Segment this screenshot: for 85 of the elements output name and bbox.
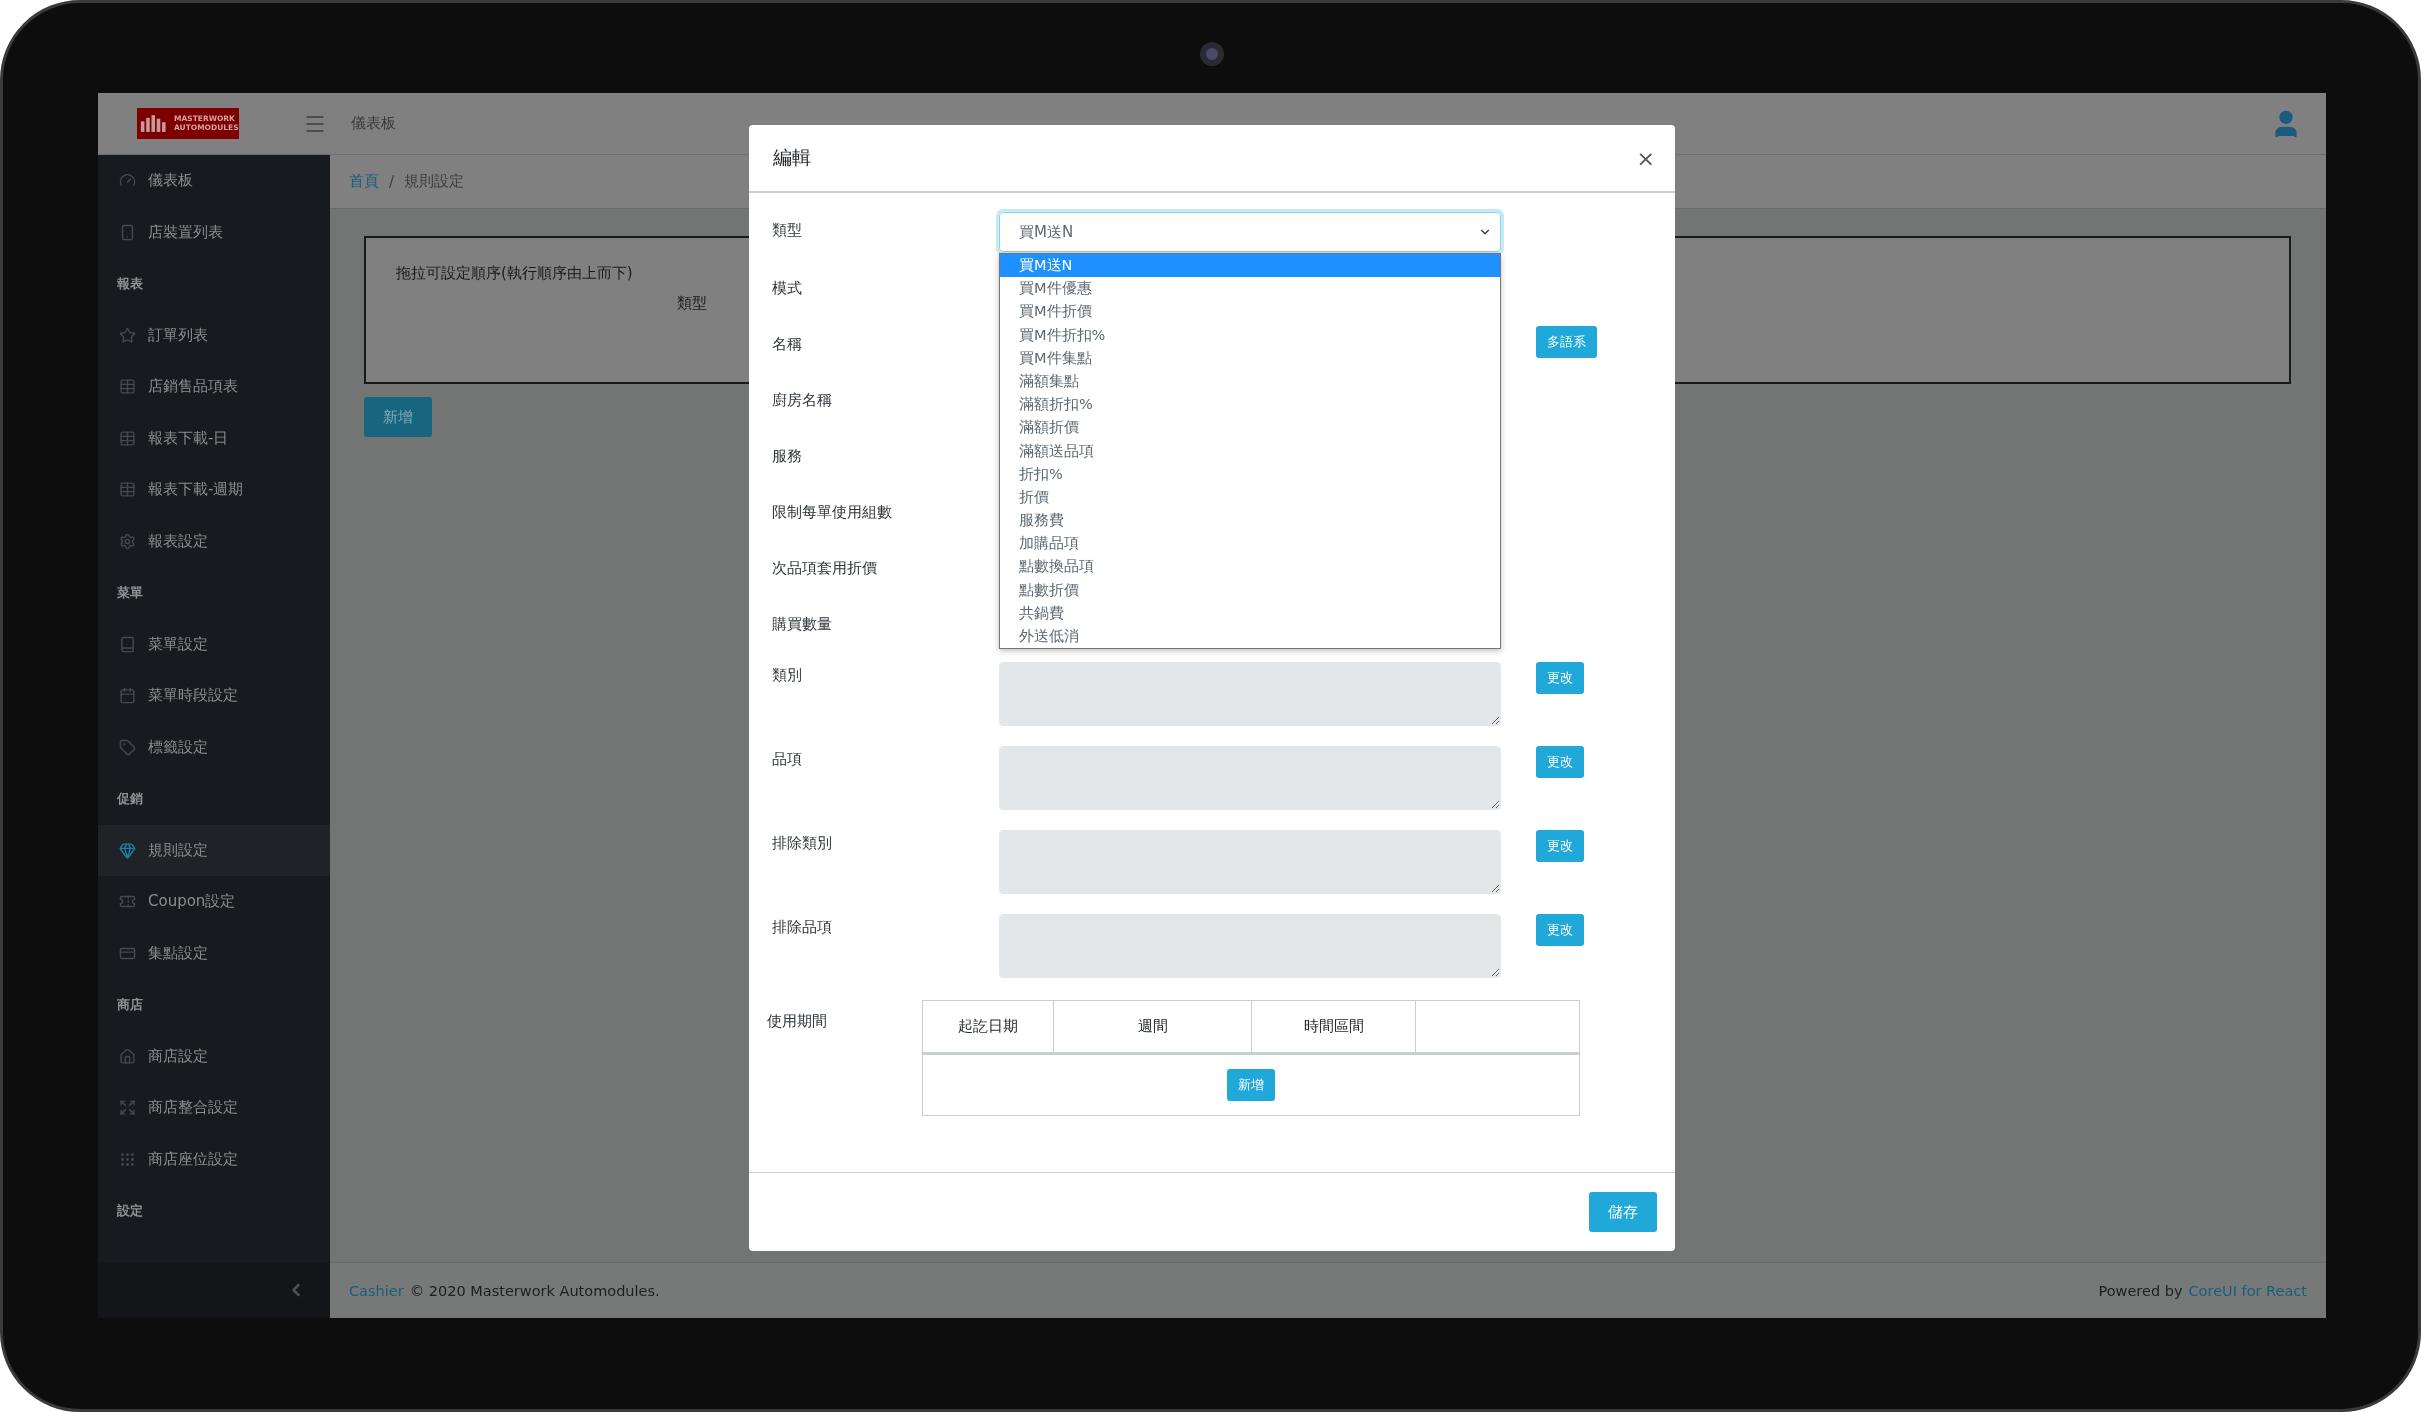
footer-text: © 2020 Masterwork Automodules. — [409, 1282, 660, 1299]
grid-icon — [118, 1150, 136, 1168]
field-label: 廚房名稱 — [772, 391, 833, 410]
book-icon — [118, 635, 136, 653]
dropdown-option[interactable]: 共鍋費 — [1000, 601, 1500, 625]
dropdown-option[interactable]: 買M件集點 — [1000, 346, 1500, 370]
field-label: 名稱 — [772, 335, 803, 354]
sidebar-item[interactable]: 店銷售品項表 — [98, 361, 330, 413]
add-button[interactable]: 新增 — [1227, 1069, 1275, 1101]
field-label: 限制每單使用組數 — [772, 503, 893, 522]
sidebar-item[interactable]: 菜單設定 — [98, 618, 330, 670]
field-label: 排除類別 — [772, 834, 833, 853]
column-header: 週間 — [1054, 1001, 1252, 1052]
sidebar-item[interactable]: 儀表板 — [98, 155, 330, 207]
dropdown-option[interactable]: 買M件折價 — [1000, 300, 1500, 324]
header-title: 儀表板 — [351, 114, 396, 133]
sidebar-item[interactable]: 報表下載-週期 — [98, 464, 330, 516]
camera-icon — [1199, 41, 1225, 67]
sidebar-item[interactable]: 商店設定 — [98, 1030, 330, 1082]
field-label: 使用期間 — [767, 1012, 828, 1031]
dropdown-option[interactable]: 外送低消 — [1000, 625, 1500, 649]
change-button[interactable]: 更改 — [1536, 662, 1584, 694]
type-select-field[interactable]: 買M送N — [999, 212, 1501, 252]
table-icon — [118, 378, 136, 396]
sidebar-item[interactable]: 菜單時段設定 — [98, 670, 330, 722]
sidebar-item[interactable]: Coupon設定 — [98, 876, 330, 928]
sidebar-item[interactable]: 訂單列表 — [98, 309, 330, 361]
star-icon — [118, 326, 136, 344]
close-button[interactable]: × — [1636, 145, 1655, 171]
sidebar-item[interactable]: 報表設定 — [98, 515, 330, 567]
sidebar-section-title: 菜單 — [117, 583, 143, 602]
dropdown-option[interactable]: 滿額折價 — [1000, 416, 1500, 440]
tag-icon — [118, 738, 136, 756]
field-label: 類別 — [772, 666, 803, 685]
field-label: 模式 — [772, 279, 803, 298]
breadcrumb-current: 規則設定 — [404, 172, 465, 191]
field-label: 排除品項 — [772, 918, 833, 937]
change-button[interactable]: 更改 — [1536, 914, 1584, 946]
dropdown-option[interactable]: 滿額集點 — [1000, 369, 1500, 394]
dropdown-option[interactable]: 折扣% — [1000, 462, 1500, 486]
save-button[interactable]: 儲存 — [1589, 1192, 1657, 1232]
dropdown-option[interactable]: 買M件優惠 — [1000, 277, 1500, 301]
calendar-icon — [118, 687, 136, 705]
dialog-title: 編輯 — [773, 145, 811, 170]
sidebar-section-title: 促銷 — [117, 789, 143, 808]
field-label: 類型 — [772, 221, 803, 240]
house-icon — [118, 1047, 136, 1065]
dropdown-option[interactable]: 服務費 — [1000, 509, 1500, 533]
sidebar-item[interactable]: 標籤設定 — [98, 721, 330, 773]
gear-icon — [118, 532, 136, 550]
dropdown-option[interactable]: 買M件折扣% — [1000, 323, 1500, 347]
dropdown-option[interactable]: 折價 — [1000, 485, 1500, 510]
field-label: 品項 — [772, 750, 803, 769]
sidebar-section-title: 設定 — [117, 1201, 143, 1220]
field-label: 次品項套用折價 — [772, 559, 878, 578]
dropdown-option[interactable]: 滿額折扣% — [1000, 393, 1500, 417]
column-header: 起訖日期 — [923, 1001, 1054, 1052]
dropdown-option[interactable]: 滿額送品項 — [1000, 439, 1500, 463]
footer-text: Powered by — [2098, 1282, 2183, 1299]
sidebar-item[interactable]: 商店座位設定 — [98, 1133, 330, 1185]
sidebar-item[interactable]: 商店整合設定 — [98, 1082, 330, 1134]
field-label: 購買數量 — [772, 615, 833, 634]
breadcrumb-separator: / — [389, 172, 395, 191]
sidebar-item[interactable]: 集點設定 — [98, 927, 330, 979]
change-button[interactable]: 更改 — [1536, 830, 1584, 862]
field-label: 服務 — [772, 447, 803, 466]
expand-icon — [118, 1099, 136, 1117]
table-icon — [118, 481, 136, 499]
language-button[interactable]: 多語系 — [1536, 326, 1597, 358]
sidebar-section-title: 報表 — [117, 274, 143, 293]
dropdown-option[interactable]: 點數折價 — [1000, 578, 1500, 602]
sidebar-item[interactable]: 店裝置列表 — [98, 206, 330, 258]
column-header: 類型 — [677, 294, 707, 313]
dropdown-option[interactable]: 點數換品項 — [1000, 555, 1500, 579]
table-icon — [118, 429, 136, 447]
dropdown-option[interactable]: 買M送N — [1000, 254, 1500, 278]
sidebar-item[interactable]: 規則設定 — [98, 824, 330, 876]
card-hint: 拖拉可設定順序(執行順序由上而下) — [396, 264, 633, 283]
gem-icon — [118, 841, 136, 859]
sidebar-section-title: 商店 — [117, 995, 143, 1014]
dropdown-option[interactable]: 加購品項 — [1000, 532, 1500, 556]
change-button[interactable]: 更改 — [1536, 746, 1584, 778]
sidebar-minimizer[interactable] — [98, 1262, 330, 1318]
column-header: 時間區間 — [1252, 1001, 1416, 1052]
sidebar-item[interactable]: 報表下載-日 — [98, 412, 330, 464]
